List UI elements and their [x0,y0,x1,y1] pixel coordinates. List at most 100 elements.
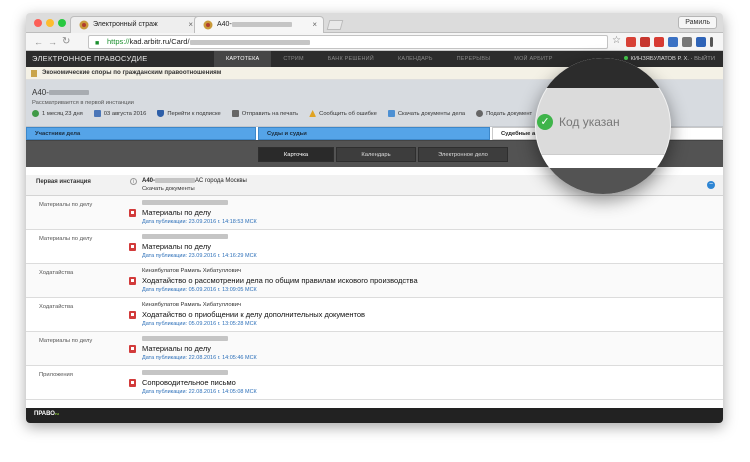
entry-author [142,336,228,342]
emblem-icon [79,20,89,30]
submit-document-link[interactable]: Подать документ [476,110,532,117]
code-status-text: Код указан [559,115,620,129]
tab-participants[interactable]: Участники дела [26,127,256,140]
alert-icon [309,110,317,117]
entry-category: Материалы по делу [39,236,93,242]
redacted-text [155,178,196,183]
extension-abp-icon[interactable] [626,37,636,47]
publication-date: Дата публикации: 23.09.2016 г. 14:18:53 … [142,219,257,225]
forward-arrow-icon[interactable]: → [48,36,57,48]
bookmark-star-icon[interactable]: ☆ [612,35,621,46]
pdf-icon [129,277,136,285]
maximize-window-button[interactable] [58,19,66,27]
next-hearing-date[interactable]: 03 августа 2016 [93,110,146,117]
logout-link[interactable]: ВЫЙТИ [694,56,715,62]
printer-icon [231,110,239,117]
entry-author [142,370,228,376]
nav-kalendar[interactable]: КАЛЕНДАРЬ [386,51,445,67]
profile-button[interactable]: Рамиль [678,16,717,29]
collapse-icon[interactable]: − [707,181,715,189]
case-content: Первая инстанция i А40- АС города Москвы … [26,175,723,408]
publication-date: Дата публикации: 05.09.2016 г. 13:09:05 … [142,287,257,293]
entry-author: Кинзябулатов Рамиль Хибатуллович [142,268,241,274]
pdf-icon [129,311,136,319]
close-tab-icon[interactable]: × [312,17,317,32]
address-toolbar: ← → ↻ ■ https://kad.arbitr.ru/Card/ ☆ [26,33,723,51]
calendar-icon [93,110,101,117]
new-tab-button[interactable] [326,20,344,30]
entry-category: Ходатайства [39,270,74,276]
report-error-link[interactable]: Сообщить об ошибке [309,110,377,117]
print-link[interactable]: Отправить на печать [231,110,298,117]
download-documents-link[interactable]: Скачать документы дела [387,110,465,117]
pdf-icon [129,243,136,251]
extension-mail-icon[interactable] [640,37,650,47]
browser-tab-2[interactable]: А40- × [194,16,324,33]
close-tab-icon[interactable]: × [188,17,193,32]
pdf-icon [129,209,136,217]
document-link[interactable]: Материалы по делу [142,208,211,217]
site-logo[interactable]: ЭЛЕКТРОННОЕ ПРАВОСУДИЕ [32,54,148,63]
redacted-text [231,21,292,27]
nav-pereryvy[interactable]: ПЕРЕРЫВЫ [445,51,503,67]
redacted-text [142,336,228,341]
entry-category: Ходатайства [39,304,74,310]
tab-calendar[interactable]: Календарь [336,147,416,162]
document-link[interactable]: Ходатайство о рассмотрении дела по общим… [142,276,418,285]
entry-category: Материалы по делу [39,202,93,208]
nav-strim[interactable]: СТРИМ [271,51,315,67]
entry-author [142,200,228,206]
subscribe-link[interactable]: Перейти к подписке [157,110,221,117]
category-icon [31,70,37,77]
document-link[interactable]: Материалы по делу [142,344,211,353]
entry-category: Приложения [39,372,73,378]
check-icon: ✓ [537,114,553,130]
redacted-text [142,234,228,239]
document-link[interactable]: Сопроводительное письмо [142,378,236,387]
entry-category: Материалы по делу [39,338,93,344]
extension-gray-icon[interactable] [682,37,692,47]
back-arrow-icon[interactable]: ← [34,36,43,48]
list-item: Ходатайства Кинзябулатов Рамиль Хибатулл… [26,264,723,298]
tab-card[interactable]: Карточка [258,147,334,162]
publication-date: Дата публикации: 22.08.2016 г. 14:05:08 … [142,389,257,395]
duration-info: 1 месяц 23 дня [32,110,83,117]
list-item: Приложения Сопроводительное письмо Дата … [26,366,723,400]
shield-icon [157,110,165,117]
redacted-text [142,200,228,205]
document-list: Материалы по делу Материалы по делу Дата… [26,196,723,400]
close-window-button[interactable] [34,19,42,27]
publication-date: Дата публикации: 05.09.2016 г. 13:05:28 … [142,321,257,327]
extension-blue-icon[interactable] [668,37,678,47]
document-link[interactable]: Материалы по делу [142,242,211,251]
list-item: Материалы по делу Материалы по делу Дата… [26,332,723,366]
magnifier-callout: ✓ Код указан [535,58,671,194]
case-instance: Рассматривается в первой инстанции [32,100,134,106]
browser-tab-1[interactable]: Электронный страж × [70,16,200,33]
magnified-tab-strip [535,154,671,168]
redacted-text [142,370,228,375]
extension-red-icon[interactable] [654,37,664,47]
magnified-header [535,58,671,88]
document-link[interactable]: Ходатайство о приобщении к делу дополнит… [142,310,365,319]
url-input[interactable]: ■ https://kad.arbitr.ru/Card/ [88,35,608,49]
minimize-window-button[interactable] [46,19,54,27]
menu-icon[interactable] [710,37,713,47]
redacted-text [189,39,310,45]
info-icon[interactable]: i [130,178,137,185]
tab-electronic-case[interactable]: Электронное дело [418,147,508,162]
nav-bank-resheniy[interactable]: БАНК РЕШЕНИЙ [316,51,386,67]
top-nav: КАРТОТЕКА СТРИМ БАНК РЕШЕНИЙ КАЛЕНДАРЬ П… [214,51,565,67]
nav-kartoteka[interactable]: КАРТОТЕКА [214,51,272,67]
pdf-icon [129,345,136,353]
case-number: А40- [32,88,89,97]
download-documents-link[interactable]: Скачать документы [142,186,195,192]
pravo-logo[interactable]: ПРАВОru [34,411,59,417]
plus-icon [476,110,484,117]
extension-dropbox-icon[interactable] [696,37,706,47]
tab-courts-judges[interactable]: Суды и судьи [258,127,490,140]
lock-icon: ■ [95,40,100,47]
browser-tab-strip: Электронный страж × А40- × Рамиль [26,13,723,33]
case-category: Экономические споры по гражданским право… [42,69,222,76]
reload-icon[interactable]: ↻ [62,36,70,48]
